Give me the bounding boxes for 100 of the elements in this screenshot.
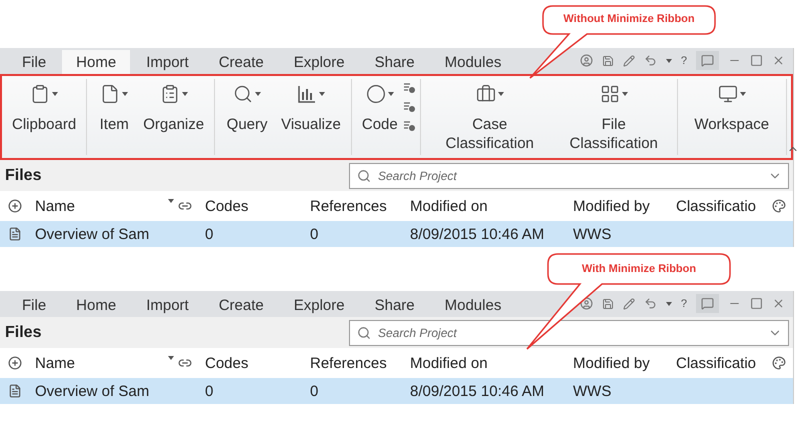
pencil-icon[interactable] (622, 54, 635, 66)
document-icon (100, 84, 120, 104)
column-header[interactable]: Codes (200, 198, 305, 214)
caret-icon (122, 92, 128, 96)
close-icon[interactable] (772, 54, 785, 67)
table-cell-text: 8/09/2015 10:46 AM (409, 226, 546, 242)
search-icon (233, 84, 254, 104)
ribbon-button[interactable]: Code (356, 79, 404, 136)
help-button[interactable]: ? (680, 54, 687, 66)
add-icon[interactable] (8, 199, 22, 213)
close-icon[interactable] (772, 297, 785, 310)
list-settings-icon[interactable] (404, 83, 416, 94)
bar-chart-icon (296, 84, 317, 104)
ribbon-button[interactable]: Query (219, 79, 276, 136)
menu-tab[interactable]: Modules (430, 50, 516, 74)
table-row[interactable]: Overview of Sam 0 0 8/09/2015 10:46 AM WWS (0, 221, 793, 247)
menu-tab[interactable]: Create (204, 50, 278, 74)
grid-icon (600, 84, 620, 104)
table-cell-text: Overview of Sam (34, 382, 150, 400)
menu-tab[interactable]: Explore (280, 293, 359, 317)
table-cell-text: WWS (572, 382, 612, 400)
ribbon-button[interactable]: Clipboard (6, 79, 82, 136)
menu-tab[interactable]: Home (62, 50, 130, 74)
menu-tab[interactable]: Home (62, 293, 130, 317)
callout-text: Without Minimize Ribbon (562, 13, 696, 25)
caret-icon (666, 302, 672, 306)
search-field[interactable]: Search Project (349, 320, 789, 346)
menu-tab[interactable]: Import (132, 293, 203, 317)
search-field[interactable]: Search Project (349, 162, 789, 188)
palette-icon[interactable] (772, 356, 786, 370)
caret-icon (168, 356, 174, 360)
table-row[interactable]: Overview of Sam 0 0 8/09/2015 10:46 AM WWS (0, 378, 793, 404)
undo-icon[interactable] (644, 54, 657, 67)
comment-button[interactable] (696, 51, 719, 70)
menu-tab[interactable]: Create (204, 293, 278, 317)
menu-tab[interactable]: Explore (280, 50, 359, 74)
caret-icon (740, 92, 746, 96)
comment-icon (701, 54, 714, 67)
column-header[interactable]: References (305, 198, 405, 214)
column-header[interactable]: Classificatio (671, 354, 768, 372)
column-header[interactable]: Name (30, 354, 160, 372)
comment-icon (701, 297, 714, 310)
column-header[interactable]: Codes (200, 354, 305, 372)
save-icon[interactable] (602, 54, 614, 66)
ribbon-button[interactable]: Workspace (682, 79, 782, 136)
column-header[interactable]: Modified on (405, 354, 568, 372)
document-icon (8, 227, 22, 241)
list-settings-icon[interactable] (404, 102, 416, 113)
column-header[interactable]: Classificatio (671, 198, 768, 214)
save-icon[interactable] (602, 298, 614, 310)
user-icon[interactable] (580, 297, 593, 310)
monitor-icon (718, 84, 738, 104)
column-header[interactable]: Name (30, 198, 160, 214)
ribbon-button[interactable]: Organize (137, 79, 210, 136)
caret-icon (52, 92, 58, 96)
list-settings-icon[interactable] (404, 121, 416, 132)
caret-icon (255, 92, 262, 96)
menu-tab[interactable]: Share (360, 50, 429, 74)
table-cell-text: WWS (572, 226, 612, 242)
menu-tab[interactable]: Modules (430, 293, 516, 317)
maximize-icon[interactable] (750, 297, 763, 310)
document-icon (8, 384, 22, 398)
caret-icon (388, 92, 394, 96)
search-icon (357, 168, 371, 182)
caret-icon (168, 199, 174, 203)
caret-icon (318, 92, 325, 96)
ribbon-button[interactable]: Item (91, 79, 138, 136)
menu-tab[interactable]: Import (132, 50, 203, 74)
caret-icon (182, 92, 188, 96)
clipboard-icon (30, 84, 50, 104)
comment-button[interactable] (696, 294, 719, 313)
circle-icon (366, 84, 386, 104)
list-icon (160, 84, 180, 104)
pane-title: Files (5, 166, 42, 184)
briefcase-icon (476, 84, 496, 104)
caret-icon (498, 92, 504, 96)
menu-tab[interactable]: Share (360, 293, 429, 317)
help-button[interactable]: ? (680, 298, 687, 310)
undo-icon[interactable] (644, 297, 657, 310)
column-header[interactable]: References (305, 354, 405, 372)
ribbon-button[interactable]: File Classification (554, 79, 673, 155)
column-header[interactable]: Modified by (568, 354, 671, 372)
maximize-icon[interactable] (750, 54, 763, 67)
pane-title: Files (5, 324, 42, 342)
palette-icon[interactable] (772, 199, 786, 213)
table-cell-text: 0 (309, 226, 320, 242)
pencil-icon[interactable] (622, 298, 635, 310)
menu-tab[interactable]: File (8, 293, 60, 317)
table-cell-text: 0 (204, 226, 214, 242)
menu-tab[interactable]: File (8, 50, 60, 74)
ribbon-button[interactable]: Case Classification (424, 79, 555, 155)
column-header[interactable]: Modified on (405, 198, 568, 214)
caret-icon (666, 58, 672, 62)
table-cell-text: Overview of Sam (34, 226, 150, 242)
user-icon[interactable] (580, 54, 593, 67)
table-cell-text: 8/09/2015 10:46 AM (409, 382, 546, 400)
add-icon[interactable] (8, 356, 22, 370)
column-header[interactable]: Modified by (568, 198, 671, 214)
table-cell-text: 0 (309, 382, 320, 400)
ribbon-button[interactable]: Visualize (275, 79, 347, 136)
